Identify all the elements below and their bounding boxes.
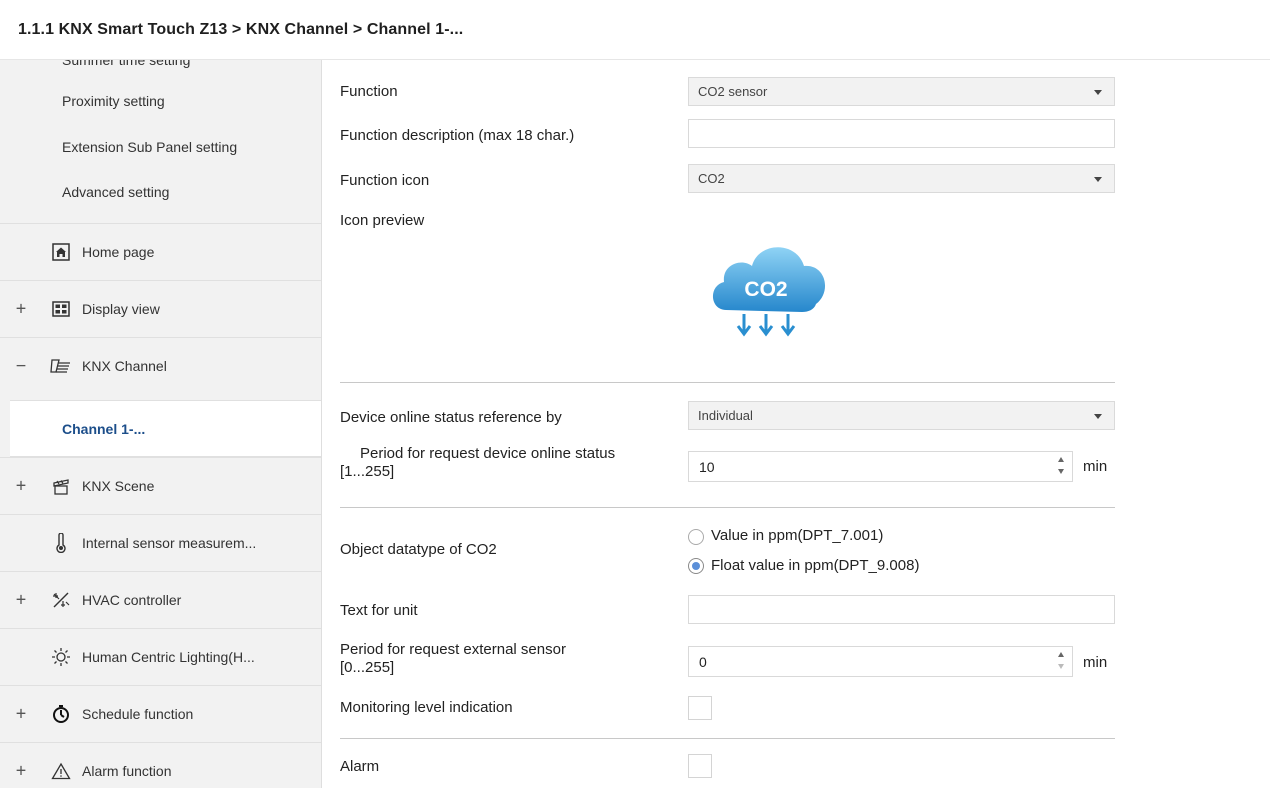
online-status-reference-value: Individual [698,408,753,423]
sidebar-item-schedule-function[interactable]: + Schedule function [0,685,321,742]
chevron-down-icon [1094,414,1102,419]
sidebar-item-internal-sensor[interactable]: Internal sensor measurem... [0,514,321,571]
sidebar-item-label: Channel 1-... [62,420,146,437]
sidebar-item-hvac-controller[interactable]: + HVAC controller [0,571,321,628]
function-description-input[interactable] [688,119,1115,148]
co2-cloud-text: CO2 [744,278,787,301]
sidebar-item-label: Display view [82,301,160,317]
sidebar-item-label: HVAC controller [82,592,182,608]
stepper-down-icon[interactable] [1058,664,1064,669]
sidebar-item-knx-scene[interactable]: + KNX Scene [0,457,321,514]
expand-plus-icon[interactable]: + [14,704,28,725]
function-icon-label: Function icon [340,172,430,189]
sidebar-item-channel-1[interactable]: Channel 1-... [10,400,321,457]
hvac-icon [50,589,72,611]
sidebar-item-label: Alarm function [82,763,172,779]
function-icon-select-value: CO2 [698,171,725,186]
alarm-checkbox[interactable] [688,754,712,778]
period-external-range-label: [0...255] [340,659,395,676]
co2-datatype-label: Object datatype of CO2 [340,541,497,558]
online-status-reference-select[interactable]: Individual [688,401,1115,430]
chevron-down-icon [1094,177,1102,182]
function-select-value: CO2 sensor [698,84,768,99]
home-icon [50,241,72,263]
thermometer-icon [50,532,72,554]
expand-plus-icon[interactable]: + [14,761,28,782]
sidebar-item-proximity[interactable]: Proximity setting [62,93,165,109]
divider [340,507,1115,508]
monitoring-level-checkbox[interactable] [688,696,712,720]
parameter-panel: Function CO2 sensor Function description… [322,60,1270,788]
alarm-label: Alarm [340,758,380,775]
datatype-radio-float[interactable] [688,558,704,574]
sidebar-item-human-centric-lighting[interactable]: Human Centric Lighting(H... [0,628,321,685]
sidebar-item-display-view[interactable]: + Display view [0,280,321,337]
period-external-value: 0 [699,654,707,670]
sidebar-item-label: Home page [82,244,155,260]
unit-text-label: Text for unit [340,602,418,619]
period-online-stepper[interactable]: 10 [688,451,1073,482]
display-grid-icon [50,298,72,320]
expand-plus-icon[interactable]: + [14,476,28,497]
chevron-down-icon [1094,90,1102,95]
expand-plus-icon[interactable]: + [14,299,28,320]
co2-cloud-icon: CO2 [704,230,834,350]
period-external-unit: min [1083,654,1108,671]
sidebar-item-advanced[interactable]: Advanced setting [62,184,169,200]
sun-icon [50,646,72,668]
function-description-label: Function description (max 18 char.) [340,127,575,144]
period-online-value: 10 [699,459,715,475]
scene-icon [50,475,72,497]
period-online-label: Period for request device online status [360,445,616,462]
warning-icon [50,760,72,782]
stepper-up-icon[interactable] [1058,652,1064,657]
datatype-radio-ppm[interactable] [688,529,704,545]
channel-icon [50,355,72,377]
sidebar-item-alarm-function[interactable]: + Alarm function [0,742,321,788]
breadcrumb: 1.1.1 KNX Smart Touch Z13 > KNX Channel … [18,21,464,38]
function-icon-select[interactable]: CO2 [688,164,1115,193]
sidebar-item-label: Human Centric Lighting(H... [82,649,255,665]
icon-preview-label: Icon preview [340,212,425,229]
sidebar: Summer time setting Proximity setting Ex… [0,60,322,788]
datatype-option-ppm[interactable]: Value in ppm(DPT_7.001) [711,527,883,544]
header-bar: 1.1.1 KNX Smart Touch Z13 > KNX Channel … [0,0,1270,60]
collapse-minus-icon[interactable]: − [14,356,28,377]
monitoring-level-label: Monitoring level indication [340,699,513,716]
function-label: Function [340,83,398,100]
online-status-reference-label: Device online status reference by [340,409,562,426]
unit-text-input[interactable] [688,595,1115,624]
sidebar-item-summer-time[interactable]: Summer time setting [62,60,190,68]
sidebar-item-knx-channel[interactable]: − KNX Channel [0,337,321,394]
divider [340,738,1115,739]
sidebar-item-label: KNX Channel [82,358,167,374]
function-select[interactable]: CO2 sensor [688,77,1115,106]
period-external-stepper[interactable]: 0 [688,646,1073,677]
sidebar-item-label: Schedule function [82,706,194,722]
sidebar-item-extension-sub-panel[interactable]: Extension Sub Panel setting [62,139,237,155]
expand-plus-icon[interactable]: + [14,590,28,611]
stepper-down-icon[interactable] [1058,469,1064,474]
period-external-label: Period for request external sensor [340,641,566,658]
datatype-option-float[interactable]: Float value in ppm(DPT_9.008) [711,557,919,574]
sidebar-item-label: Internal sensor measurem... [82,535,257,551]
divider [340,382,1115,383]
period-online-unit: min [1083,458,1108,475]
sidebar-item-label: KNX Scene [82,478,155,494]
sidebar-item-home-page[interactable]: Home page [0,223,321,280]
stepper-up-icon[interactable] [1058,457,1064,462]
timer-icon [50,703,72,725]
period-online-range-label: [1...255] [340,463,395,480]
